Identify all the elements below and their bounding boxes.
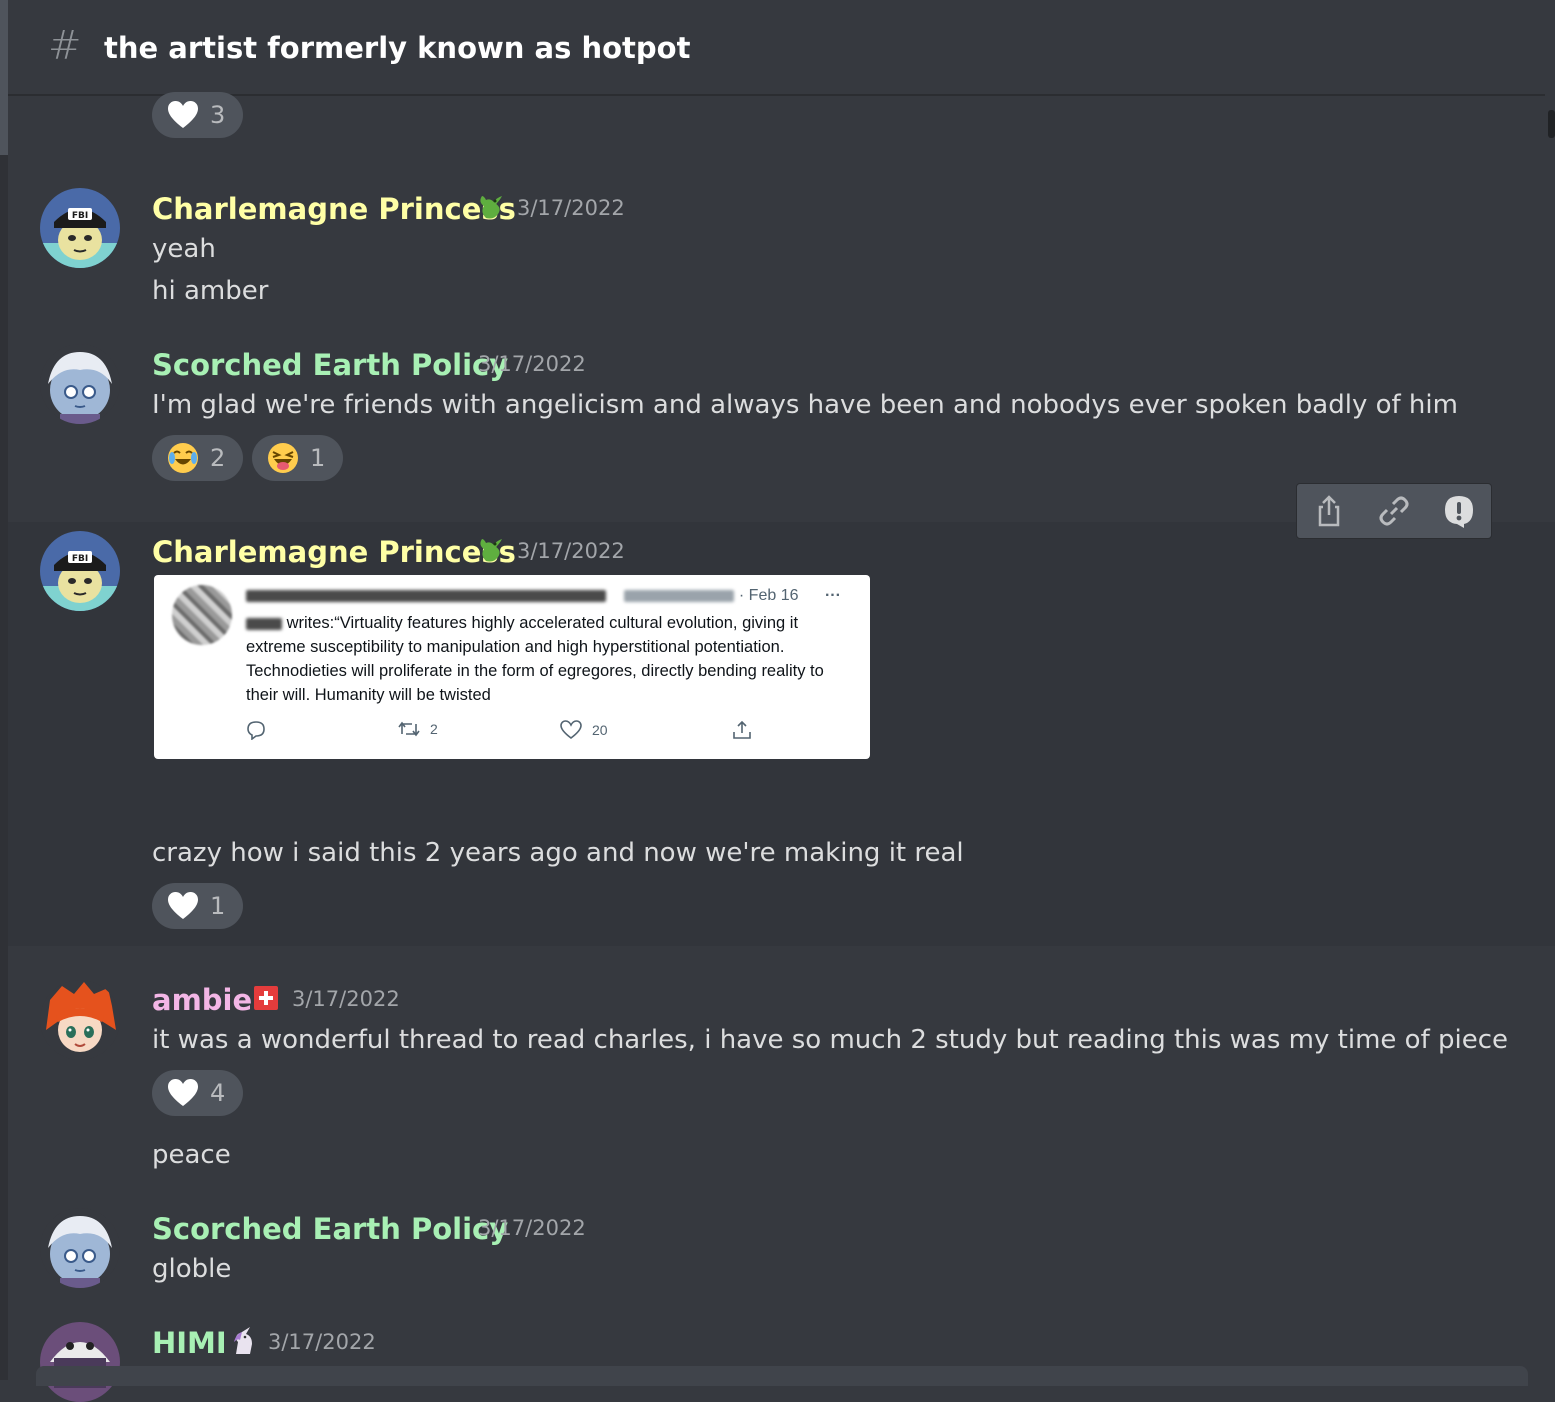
like-count: 20 bbox=[592, 722, 608, 738]
message-text: I'm glad we're friends with angelicism a… bbox=[152, 390, 1458, 420]
avatar-charlemagne[interactable]: FBI bbox=[40, 188, 120, 268]
timestamp: 3/17/2022 bbox=[478, 352, 586, 376]
retweet-action: 2 bbox=[398, 720, 438, 738]
left-scrollbar-thumb[interactable] bbox=[0, 0, 8, 155]
timestamp: 3/17/2022 bbox=[517, 196, 625, 220]
message-text: crazy how i said this 2 years ago and no… bbox=[152, 838, 964, 868]
tweet-writes-label: writes: bbox=[286, 614, 335, 632]
link-icon[interactable] bbox=[1372, 489, 1416, 533]
timestamp: 3/17/2022 bbox=[517, 539, 625, 563]
dragon-icon bbox=[476, 192, 506, 229]
tweet-avatar-blurred bbox=[172, 585, 232, 645]
channel-title: the artist formerly known as hotpot bbox=[104, 31, 691, 65]
tweet-screenshot-attachment[interactable]: · Feb 16 ··· writes:“Virtuality features… bbox=[154, 575, 870, 759]
avatar-scorched[interactable] bbox=[40, 1208, 120, 1288]
dragon-icon bbox=[476, 535, 506, 572]
avatar-himi[interactable] bbox=[40, 1322, 120, 1402]
avatar-scorched[interactable] bbox=[40, 344, 120, 424]
unicorn-icon bbox=[228, 1326, 258, 1363]
reaction-count: 3 bbox=[210, 101, 226, 129]
avatar-ambie[interactable] bbox=[40, 980, 120, 1060]
like-action: 20 bbox=[560, 720, 608, 740]
reaction-count: 4 bbox=[210, 1079, 226, 1107]
reaction-laughing-tongue[interactable]: 1 bbox=[252, 435, 344, 481]
timestamp: 3/17/2022 bbox=[478, 1216, 586, 1240]
avatar-charlemagne[interactable]: FBI bbox=[40, 531, 120, 611]
reaction-count: 1 bbox=[210, 892, 226, 920]
heart-icon bbox=[166, 889, 200, 923]
report-icon[interactable] bbox=[1437, 489, 1481, 533]
username[interactable]: ambie bbox=[152, 983, 252, 1017]
reaction-heart[interactable]: 3 bbox=[152, 92, 244, 138]
tweet-more-icon[interactable]: ··· bbox=[825, 587, 841, 604]
username[interactable]: Charlemagne Princess bbox=[152, 192, 516, 226]
reaction-heart[interactable]: 1 bbox=[152, 883, 244, 929]
reaction-count: 2 bbox=[210, 444, 226, 472]
tweet-header: · Feb 16 ··· bbox=[246, 585, 841, 607]
scrollbar-thumb[interactable] bbox=[1548, 110, 1555, 138]
message-input-bar-edge[interactable] bbox=[36, 1366, 1528, 1386]
swiss-flag-icon bbox=[254, 986, 278, 1017]
heart-icon bbox=[166, 1076, 200, 1110]
blurred-author bbox=[246, 617, 282, 630]
joy-emoji-icon bbox=[166, 441, 200, 475]
heart-icon bbox=[166, 98, 200, 132]
message-text: yeah bbox=[152, 234, 216, 264]
tweet-actions: 2 20 bbox=[246, 720, 766, 744]
retweet-count: 2 bbox=[430, 721, 438, 737]
svg-text:FBI: FBI bbox=[72, 211, 88, 221]
timestamp: 3/17/2022 bbox=[292, 987, 400, 1011]
blurred-display-name bbox=[246, 589, 606, 602]
tweet-body: writes:“Virtuality features highly accel… bbox=[246, 611, 856, 707]
reply-icon bbox=[246, 720, 266, 740]
message-text: hi amber bbox=[152, 276, 269, 306]
reaction-joy[interactable]: 2 bbox=[152, 435, 244, 481]
username[interactable]: HIMI bbox=[152, 1326, 227, 1360]
message-text: peace bbox=[152, 1140, 231, 1170]
timestamp: 3/17/2022 bbox=[268, 1330, 376, 1354]
username[interactable]: Scorched Earth Policy bbox=[152, 1212, 508, 1246]
channel-header: # the artist formerly known as hotpot bbox=[8, 0, 1555, 96]
like-icon bbox=[560, 720, 582, 740]
share-tweet-icon bbox=[732, 720, 752, 740]
message-text: globle bbox=[152, 1254, 232, 1284]
channel-hash-icon: # bbox=[48, 23, 82, 69]
message-text: it was a wonderful thread to read charle… bbox=[152, 1025, 1508, 1055]
retweet-icon bbox=[398, 721, 420, 737]
username[interactable]: Charlemagne Princess bbox=[152, 535, 516, 569]
blurred-handle bbox=[624, 589, 735, 602]
username[interactable]: Scorched Earth Policy bbox=[152, 348, 508, 382]
svg-text:FBI: FBI bbox=[72, 554, 88, 564]
left-scrollbar[interactable] bbox=[0, 0, 8, 1380]
laughing-tongue-emoji-icon bbox=[266, 441, 300, 475]
reaction-count: 1 bbox=[310, 444, 326, 472]
message-hover-toolbar bbox=[1296, 483, 1492, 539]
share-icon[interactable] bbox=[1307, 489, 1351, 533]
reaction-heart[interactable]: 4 bbox=[152, 1070, 244, 1116]
tweet-date: · Feb 16 bbox=[738, 587, 799, 604]
